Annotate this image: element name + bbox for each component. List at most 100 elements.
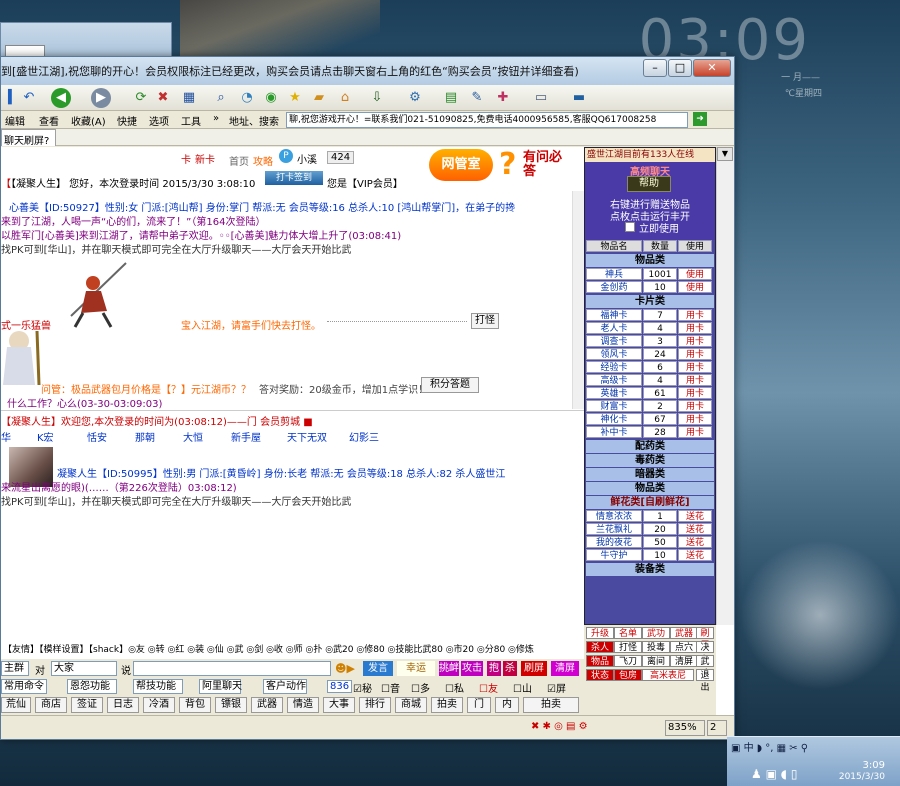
cmd-button[interactable]: 物品 — [586, 655, 614, 667]
checkbox-option[interactable]: ☐多 — [411, 680, 430, 695]
use-card-button[interactable]: 用卡 — [678, 374, 712, 386]
gang-skill-select[interactable]: 帮技功能 — [133, 679, 183, 694]
online-user[interactable]: 幻影三 — [349, 429, 379, 444]
page-icon[interactable]: ▤ — [441, 88, 461, 108]
refresh-icon[interactable]: ⟳ — [131, 88, 151, 108]
plugin-icon[interactable]: ✚ — [493, 88, 513, 108]
message-input[interactable] — [133, 661, 331, 676]
section-medicine[interactable]: 配药类 — [586, 440, 714, 453]
menu-favorites[interactable]: 收藏(A) — [71, 113, 106, 128]
send-flower-button[interactable]: 送花 — [678, 523, 712, 535]
channel-select[interactable]: 主群 — [1, 661, 29, 676]
cmd-button[interactable]: 武器 — [670, 627, 698, 639]
action-button[interactable]: 背包 — [179, 697, 211, 713]
chat-select[interactable]: 阿里聊天 — [199, 679, 242, 694]
action-button[interactable]: 拍卖 — [523, 697, 579, 713]
cmd-button[interactable]: 离间 — [642, 655, 670, 667]
action-button[interactable]: 镖银 — [215, 697, 247, 713]
title-bar[interactable]: 到[盛世江湖],祝您聊的开心！会员权限标注已经更改，购买会员请点击聊天窗右上角的… — [1, 57, 734, 85]
cmd-button[interactable]: 清屏 — [670, 655, 698, 667]
quick-tools[interactable]: 【友情】【模样设置】【shack】◎友 ◎转 ◎红 ◎装 ◎仙 ◎武 ◎剑 ◎收… — [1, 641, 584, 659]
history-icon[interactable]: ◔ — [237, 88, 257, 108]
tray-clock[interactable]: 3:09 — [825, 760, 885, 771]
checkbox-option[interactable]: ☐音 — [381, 680, 400, 695]
search-icon[interactable]: ⌕ — [211, 88, 231, 108]
online-user[interactable]: 新手屋 — [231, 429, 261, 444]
online-user[interactable]: 华 — [1, 429, 11, 444]
online-user[interactable]: 大恒 — [183, 429, 203, 444]
admin-banner[interactable]: 网管室 — [429, 149, 493, 181]
section-poison[interactable]: 毒药类 — [586, 454, 714, 467]
provoke-button[interactable]: 挑衅 — [439, 661, 459, 676]
count-field[interactable]: 836 — [327, 680, 353, 693]
cmd-button[interactable]: 武功 — [696, 655, 714, 679]
cmd-button[interactable]: 飞刀 — [614, 655, 642, 667]
quiz-answer-button[interactable]: 积分答题 — [421, 377, 479, 393]
close-button[interactable]: ✕ — [693, 59, 731, 77]
undo-icon[interactable]: ↶ — [19, 88, 39, 108]
send-button[interactable]: 发言 — [363, 661, 393, 676]
use-now-checkbox[interactable] — [625, 222, 635, 232]
action-button[interactable]: 商店 — [35, 697, 67, 713]
cmd-button[interactable]: 打怪 — [614, 641, 642, 653]
faq-banner[interactable]: 有问必答 — [523, 151, 563, 179]
checkbox-option[interactable]: ☐私 — [445, 680, 464, 695]
menu-tools[interactable]: 工具 — [181, 113, 201, 128]
go-button[interactable]: ➜ — [693, 112, 707, 126]
home-icon[interactable]: ⌂ — [335, 88, 355, 108]
action-button[interactable]: 武器 — [251, 697, 283, 713]
header-guide[interactable]: 攻略 — [253, 153, 273, 168]
common-commands-select[interactable]: 常用命令 — [1, 679, 47, 694]
menu-edit[interactable]: 编辑 — [5, 113, 25, 128]
use-card-button[interactable]: 用卡 — [678, 309, 712, 321]
cmd-button[interactable]: 杀人 — [586, 641, 614, 653]
document-icon[interactable]: ▭ — [531, 88, 551, 108]
use-card-button[interactable]: 用卡 — [678, 413, 712, 425]
chat-scrollbar[interactable] — [572, 191, 584, 409]
minimize-button[interactable]: – — [643, 59, 667, 77]
tray-icons[interactable]: ♟ ▣ ◖ ▯ — [751, 767, 797, 781]
online-user[interactable]: K宏 — [37, 429, 54, 444]
menu-shortcuts[interactable]: 快捷 — [117, 113, 137, 128]
chevron-down-icon[interactable]: ▼ — [717, 147, 733, 161]
use-card-button[interactable]: 用卡 — [678, 387, 712, 399]
send-flower-button[interactable]: 送花 — [678, 549, 712, 561]
action-button[interactable]: 情造 — [287, 697, 319, 713]
spam-button[interactable]: 刷屏 — [521, 661, 547, 676]
section-goods[interactable]: 物品类 — [586, 482, 714, 495]
globe-icon[interactable]: ◉ — [261, 88, 281, 108]
action-select[interactable]: 客户动作 — [263, 679, 307, 694]
cmd-button[interactable]: 退出 — [696, 669, 714, 693]
cmd-button[interactable]: 名单 — [614, 627, 642, 639]
section-items[interactable]: 物品类 — [586, 254, 714, 267]
checkbox-option[interactable]: ☑秘 — [353, 680, 372, 695]
tools-icon[interactable]: ⚙ — [405, 88, 425, 108]
grid-icon[interactable]: ▦ — [179, 88, 199, 108]
checkbox-option[interactable]: ☐友 — [479, 680, 498, 695]
action-button[interactable]: 签证 — [71, 697, 103, 713]
use-card-button[interactable]: 用卡 — [678, 426, 712, 438]
action-button[interactable]: 大事 — [323, 697, 355, 713]
cmd-button[interactable]: 投毒 — [642, 641, 670, 653]
attack-button[interactable]: 攻击 — [461, 661, 483, 676]
help-button[interactable]: 帮助 — [627, 176, 671, 192]
use-card-button[interactable]: 用卡 — [678, 400, 712, 412]
cmd-button[interactable]: 包房 — [614, 669, 642, 681]
action-button[interactable]: 商城 — [395, 697, 427, 713]
section-hidden-weapons[interactable]: 暗器类 — [586, 468, 714, 481]
online-user[interactable]: 那朝 — [135, 429, 155, 444]
action-button[interactable]: 排行 — [359, 697, 391, 713]
clear-screen-button[interactable]: 清屏 — [551, 661, 579, 676]
action-button[interactable]: 冷酒 — [143, 697, 175, 713]
cmd-button[interactable]: 刷屏 — [696, 627, 714, 651]
grudge-select[interactable]: 恩怨功能 — [67, 679, 117, 694]
use-button[interactable]: 使用 — [678, 268, 712, 280]
online-user[interactable]: 天下无双 — [287, 429, 327, 444]
kill-button[interactable]: 杀 — [503, 661, 517, 676]
section-cards[interactable]: 卡片类 — [586, 295, 714, 308]
menu-options[interactable]: 选项 — [149, 113, 169, 128]
menu-view[interactable]: 查看 — [39, 113, 59, 128]
input-method-bar[interactable]: ▣ 中 ◗ °, ▦ ✂ ⚲ — [731, 739, 808, 754]
fight-button[interactable]: 打怪 — [471, 313, 499, 329]
action-button[interactable]: 荒仙 — [1, 697, 31, 713]
